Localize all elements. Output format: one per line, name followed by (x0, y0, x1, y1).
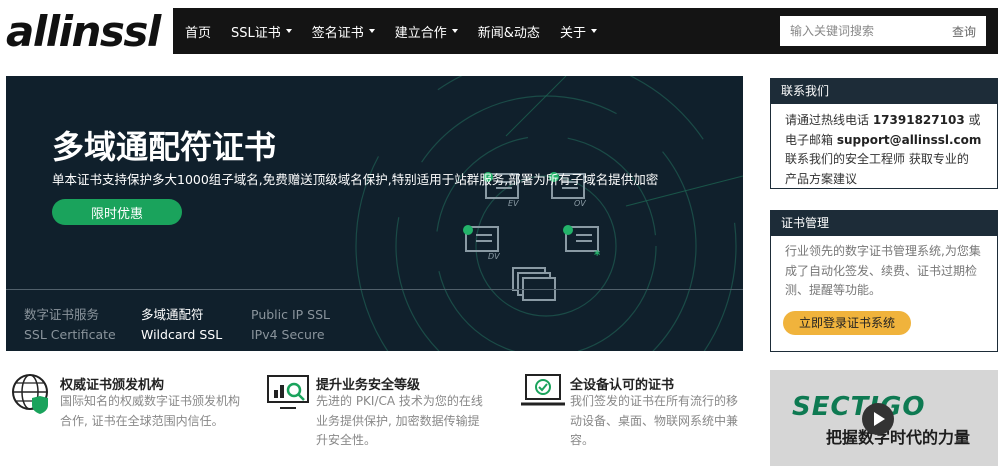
cert-management-card: 证书管理 行业领先的数字证书管理系统,为您集成了自动化签发、续费、证书过期检测、… (770, 210, 998, 352)
hero-subtitle: 单本证书支持保护多大1000组子域名,免费赠送顶级域名保护,特别适用于站群服务,… (52, 172, 659, 187)
nav-home[interactable]: 首页 (185, 22, 211, 41)
play-icon[interactable] (862, 403, 894, 435)
promo-video[interactable]: SECTIGO 把握数字时代的力量 (770, 370, 998, 466)
contact-line-phone: 请通过热线电话 17391827103 或 (785, 111, 985, 131)
search-box: 查询 (780, 16, 986, 46)
phone-number[interactable]: 17391827103 (873, 113, 965, 127)
ev-badge-label: EV (508, 199, 519, 208)
logo[interactable]: allinssl (6, 8, 161, 56)
tab-sublabel: Wildcard SSL (141, 327, 223, 342)
cert-management-desc: 行业领先的数字证书管理系统,为您集成了自动化签发、续费、证书过期检测、提醒等功能… (785, 244, 981, 297)
contact-line-engineer: 联系我们的安全工程师 获取专业的 (785, 152, 969, 166)
hero-tab-wildcard-ssl[interactable]: 多域通配符 Wildcard SSL (141, 305, 222, 345)
ov-badge-label: OV (574, 199, 586, 208)
phone-prefix: 请通过热线电话 (785, 113, 873, 127)
contact-us-body: 请通过热线电话 17391827103 或 电子邮箱 support@allin… (771, 104, 997, 197)
nav-news[interactable]: 新闻&动态 (478, 22, 540, 41)
caret-down-icon (285, 29, 292, 33)
tab-sublabel: IPv4 Secure (251, 327, 325, 342)
feature-title: 提升业务安全等级 (316, 378, 421, 393)
wildcard-certificate-icon: * (563, 225, 601, 261)
feature-title: 权威证书颁发机构 (60, 378, 165, 393)
nav-about[interactable]: 关于 (560, 22, 597, 41)
cert-management-title: 证书管理 (771, 211, 997, 236)
search-input[interactable] (790, 24, 940, 38)
caret-down-icon (368, 29, 375, 33)
globe-shield-icon (12, 374, 48, 414)
nav-signing-certificates[interactable]: 签名证书 (312, 22, 375, 41)
tab-label: Public IP SSL (251, 307, 330, 322)
dv-badge-label: DV (488, 252, 500, 261)
search-button[interactable]: 查询 (952, 23, 976, 40)
dv-certificate-icon: DV (463, 225, 500, 261)
sectigo-logo: SECTIGO (792, 392, 926, 422)
certificate-stack-icon (512, 267, 556, 301)
nav-partnership[interactable]: 建立合作 (395, 22, 458, 41)
caret-down-icon (451, 29, 458, 33)
hero-tab-public-ip-ssl[interactable]: Public IP SSL IPv4 Secure (251, 305, 330, 345)
monitor-analysis-icon (267, 375, 309, 409)
contact-line-advice: 产品方案建议 (785, 171, 858, 186)
tab-label: 多域通配符 (141, 307, 204, 322)
caret-down-icon (590, 29, 597, 33)
feature-title: 全设备认可的证书 (570, 378, 675, 393)
login-cert-system-button[interactable]: 立即登录证书系统 (783, 310, 911, 335)
phone-suffix: 或 (964, 113, 981, 127)
hero-tab-ssl-certificate[interactable]: 数字证书服务 SSL Certificate (24, 305, 116, 345)
tab-sublabel: SSL Certificate (24, 327, 116, 342)
main-navbar: 首页 SSL证书 签名证书 建立合作 新闻&动态 关于 查询 (173, 8, 998, 54)
contact-line-email: 电子邮箱 support@allinssl.com (785, 131, 985, 151)
nav-label: 新闻&动态 (477, 25, 540, 41)
hero-title: 多域通配符证书 (52, 128, 277, 166)
hero-divider (6, 289, 743, 290)
nav-label: 签名证书 (311, 25, 364, 41)
feature-desc: 先进的 PKI/CA 技术为您的在线业务提供保护, 加密数据传输提升安全性。 (316, 394, 483, 447)
contact-us-title: 联系我们 (771, 79, 997, 104)
email-address[interactable]: support@allinssl.com (837, 133, 982, 147)
nav-label: SSL证书 (231, 25, 281, 41)
contact-us-card: 联系我们 请通过热线电话 17391827103 或 电子邮箱 support@… (770, 78, 998, 189)
feature-desc: 国际知名的权威数字证书颁发机构合作, 证书在全球范围内信任。 (60, 394, 241, 428)
svg-text:*: * (594, 248, 601, 261)
feature-desc: 我们签发的证书在所有流行的移动设备、桌面、物联网系统中兼容。 (570, 394, 739, 447)
nav-ssl-certificates[interactable]: SSL证书 (231, 22, 292, 41)
hero-banner: EV OV DV * 多域通配符证书 单本证书支持保护多大1000组子域名,免费… (6, 76, 743, 351)
video-caption: 把握数字时代的力量 (826, 428, 971, 447)
laptop-check-icon (521, 374, 565, 406)
tab-label: 数字证书服务 (24, 307, 100, 322)
email-prefix: 电子邮箱 (785, 132, 837, 147)
limited-offer-button[interactable]: 限时优惠 (52, 199, 182, 225)
nav-label: 首页 (185, 25, 212, 41)
nav-label: 关于 (559, 25, 586, 41)
nav-label: 建立合作 (394, 25, 447, 41)
